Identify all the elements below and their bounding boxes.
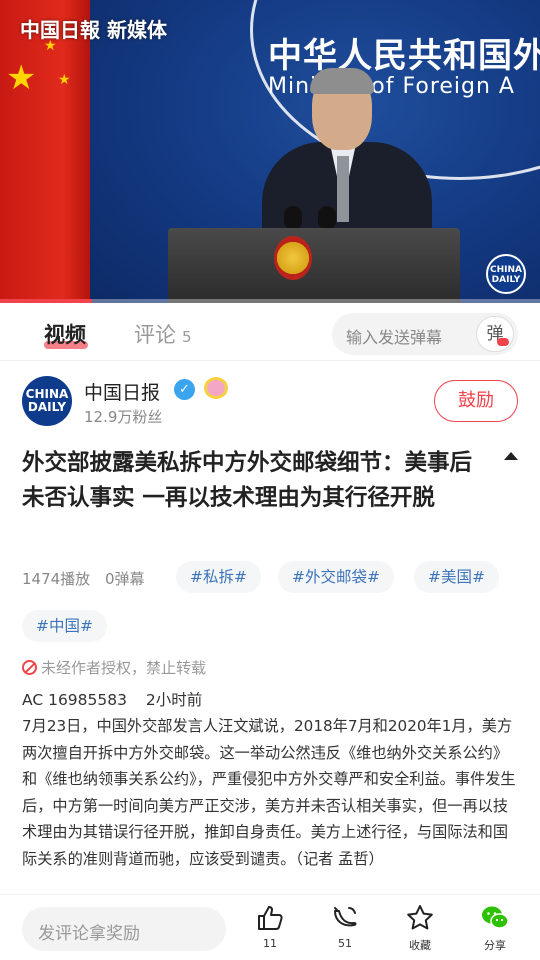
danmu-placeholder: 输入发送弹幕 xyxy=(346,328,443,347)
tab-video[interactable]: 视频 xyxy=(44,319,86,349)
microphone xyxy=(318,206,336,230)
author-fans: 12.9万粉丝 xyxy=(84,408,163,426)
author-row: CHINA DAILY 中国日报 ✓ 12.9万粉丝 鼓励 xyxy=(0,362,540,442)
thumbs-up-icon xyxy=(258,906,283,930)
wechat-icon xyxy=(482,906,509,929)
publish-time: 2小时前 xyxy=(145,691,203,709)
like-count: 11 xyxy=(263,937,277,950)
play-count: 1474播放 xyxy=(22,570,91,588)
national-emblem-icon xyxy=(274,236,312,280)
danmu-toggle[interactable]: 弹 xyxy=(476,316,514,352)
collapse-caret-icon[interactable] xyxy=(504,452,518,460)
china-daily-logo: CHINA DAILY xyxy=(486,254,526,294)
video-watermark: 中国日報 新媒体 xyxy=(20,18,167,42)
microphone xyxy=(284,206,302,230)
video-stats: 1474播放 0弹幕 xyxy=(22,568,155,589)
banana-icon xyxy=(334,907,357,927)
banana-count: 51 xyxy=(338,937,352,950)
spokesperson-figure xyxy=(262,68,432,252)
collect-button[interactable]: 收藏 xyxy=(390,903,450,953)
medal-icon[interactable] xyxy=(204,377,228,399)
national-flag: ★ ★ ★ xyxy=(0,0,90,303)
ac-id: AC 16985583 xyxy=(22,691,127,709)
video-description: 7月23日，中国外交部发言人汪文斌说，2018年7月和2020年1月，美方两次擅… xyxy=(22,717,516,868)
tag-chip[interactable]: #美国# xyxy=(414,561,499,593)
video-detail-page: ★ ★ ★ 中华人民共和国外 Ministry of Foreign A 中国日… xyxy=(0,0,540,960)
share-button[interactable]: 分享 xyxy=(465,903,525,953)
video-title: 外交部披露美私拆中方外交邮袋细节：美事后未否认事实 一再以技术理由为其行径开脱 xyxy=(22,450,473,511)
prohibited-icon xyxy=(22,660,37,675)
danmu-count: 0弹幕 xyxy=(104,570,145,588)
copyright-warning: 未经作者授权，禁止转载 xyxy=(22,657,206,678)
star-icon xyxy=(407,905,433,930)
tab-comments-label: 评论 xyxy=(134,323,176,347)
share-label: 分享 xyxy=(484,939,506,952)
tag-chip[interactable]: #私拆# xyxy=(176,561,261,593)
verified-check-icon: ✓ xyxy=(174,379,195,400)
comment-placeholder: 发评论拿奖励 xyxy=(38,924,140,944)
tag-chip[interactable]: #中国# xyxy=(22,610,107,642)
author-avatar[interactable]: CHINA DAILY xyxy=(22,376,72,426)
encourage-button[interactable]: 鼓励 xyxy=(434,380,518,422)
comment-input[interactable]: 发评论拿奖励 xyxy=(22,907,226,951)
collect-label: 收藏 xyxy=(409,939,431,952)
tag-chip[interactable]: #外交邮袋# xyxy=(278,561,394,593)
like-button[interactable]: 11 xyxy=(240,903,300,950)
comment-count: 5 xyxy=(182,328,192,346)
podium xyxy=(168,228,460,303)
video-meta: AC 16985583 2小时前 xyxy=(22,688,216,710)
danmu-input[interactable]: 输入发送弹幕 弹 xyxy=(332,313,518,355)
banana-button[interactable]: 51 xyxy=(315,903,375,950)
toggle-state-icon xyxy=(497,338,509,346)
tab-comments[interactable]: 评论 5 xyxy=(134,319,192,349)
bottom-action-bar: 发评论拿奖励 11 51 收藏 分享 xyxy=(0,894,540,960)
tab-bar: 视频 评论 5 输入发送弹幕 弹 xyxy=(0,303,540,361)
author-name[interactable]: 中国日报 xyxy=(84,378,160,405)
video-player[interactable]: ★ ★ ★ 中华人民共和国外 Ministry of Foreign A 中国日… xyxy=(0,0,540,303)
warning-text: 未经作者授权，禁止转载 xyxy=(41,659,207,677)
